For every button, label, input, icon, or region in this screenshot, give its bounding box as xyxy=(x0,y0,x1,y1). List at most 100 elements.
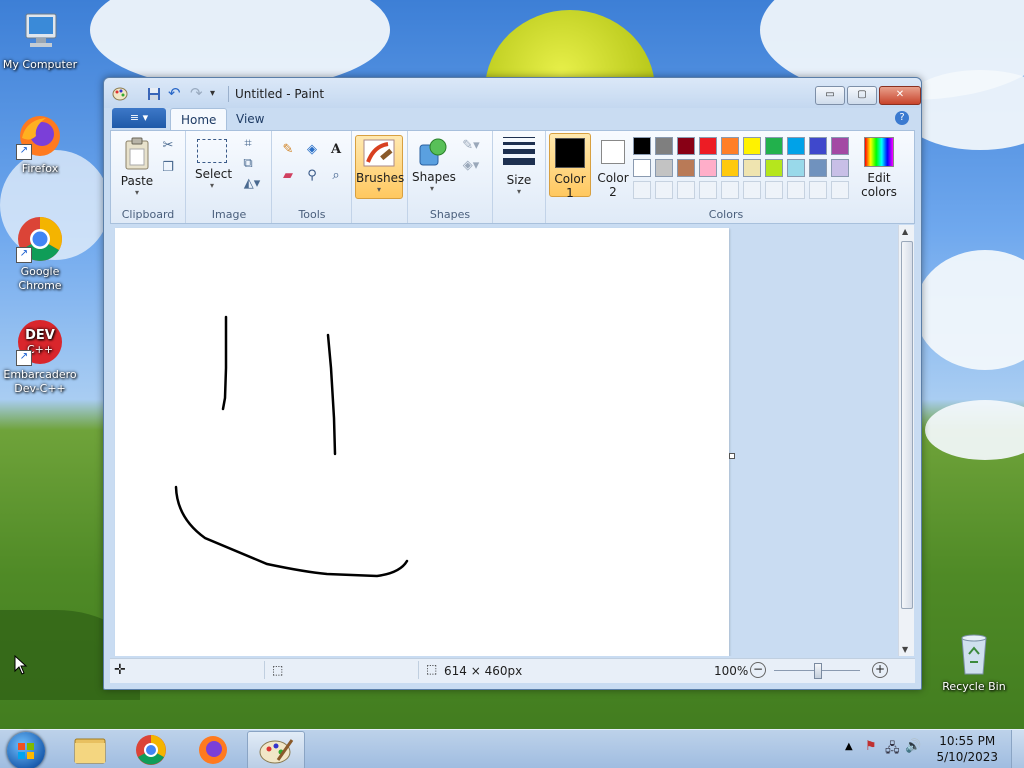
palette-swatch[interactable] xyxy=(809,159,827,177)
group-label: Clipboard xyxy=(121,208,175,221)
desktop-icon-devcpp[interactable]: DEV C++ ↗ Embarcadero Dev-C++ xyxy=(0,318,80,396)
palette-swatch[interactable] xyxy=(655,137,673,155)
scroll-up-icon[interactable]: ▲ xyxy=(902,227,908,236)
chrome-icon xyxy=(136,735,166,765)
minimize-button[interactable]: ▭ xyxy=(815,86,845,105)
taskbar-explorer[interactable] xyxy=(61,731,117,768)
select-icon xyxy=(197,139,227,163)
brush-icon xyxy=(363,139,395,167)
eraser-icon[interactable]: ▰ xyxy=(279,167,297,185)
undo-icon[interactable]: ↶ xyxy=(168,86,184,102)
network-icon[interactable]: 🖧 xyxy=(885,739,900,761)
zoom-in-button[interactable]: + xyxy=(872,662,888,678)
zoom-slider-thumb[interactable] xyxy=(814,663,822,679)
paint-app-icon[interactable] xyxy=(112,86,128,102)
palette-swatch[interactable] xyxy=(633,137,651,155)
text-icon[interactable]: A xyxy=(327,141,345,159)
resize-icon[interactable]: ⧉ xyxy=(239,155,257,173)
palette-empty-swatch[interactable] xyxy=(743,181,761,199)
scroll-thumb[interactable] xyxy=(901,241,913,609)
palette-swatch[interactable] xyxy=(677,137,695,155)
paste-label: Paste xyxy=(120,174,154,188)
shapes-button[interactable]: Shapes ▾ xyxy=(412,137,456,193)
palette-swatch[interactable] xyxy=(677,159,695,177)
palette-empty-swatch[interactable] xyxy=(721,181,739,199)
magnifier-icon[interactable]: ⌕ xyxy=(327,167,345,185)
palette-empty-swatch[interactable] xyxy=(633,181,651,199)
customize-quick-access-icon[interactable]: ▾ xyxy=(210,86,226,102)
taskbar-paint[interactable] xyxy=(247,731,305,768)
palette-empty-swatch[interactable] xyxy=(699,181,717,199)
palette-swatch[interactable] xyxy=(743,137,761,155)
palette-empty-swatch[interactable] xyxy=(809,181,827,199)
palette-empty-swatch[interactable] xyxy=(787,181,805,199)
palette-empty-swatch[interactable] xyxy=(765,181,783,199)
palette-swatch[interactable] xyxy=(787,159,805,177)
palette-swatch[interactable] xyxy=(765,137,783,155)
scroll-down-icon[interactable]: ▼ xyxy=(902,645,908,654)
canvas-resize-handle[interactable] xyxy=(729,453,735,459)
palette-swatch[interactable] xyxy=(699,137,717,155)
cursor-position-icon: ✛ xyxy=(114,662,126,678)
desktop-icon-chrome[interactable]: ↗ Google Chrome xyxy=(0,215,80,293)
palette-swatch[interactable] xyxy=(831,137,849,155)
palette-swatch[interactable] xyxy=(699,159,717,177)
brushes-button[interactable]: Brushes ▾ xyxy=(355,135,404,199)
start-button[interactable] xyxy=(7,732,45,768)
copy-icon[interactable]: ❐ xyxy=(159,159,177,177)
zoom-out-button[interactable]: − xyxy=(750,662,766,678)
desktop-icon-firefox[interactable]: ↗ Firefox xyxy=(0,112,80,176)
action-center-icon[interactable]: ⚑ xyxy=(865,739,877,754)
palette-empty-swatch[interactable] xyxy=(677,181,695,199)
save-icon[interactable] xyxy=(146,86,162,102)
palette-empty-swatch[interactable] xyxy=(655,181,673,199)
palette-empty-swatch[interactable] xyxy=(831,181,849,199)
desktop-icon-recycle-bin[interactable]: Recycle Bin xyxy=(934,630,1014,694)
color2-number: 2 xyxy=(609,185,617,199)
palette-swatch[interactable] xyxy=(809,137,827,155)
rotate-icon[interactable]: ◭▾ xyxy=(239,175,265,193)
palette-swatch[interactable] xyxy=(743,159,761,177)
select-button[interactable]: Select ▾ xyxy=(195,137,232,190)
firefox-icon: ↗ xyxy=(16,112,64,160)
fill-icon[interactable]: ◈ xyxy=(303,141,321,159)
shape-fill-icon[interactable]: ◈▾ xyxy=(458,157,484,175)
vertical-scrollbar[interactable]: ▲ ▼ xyxy=(898,225,914,656)
volume-icon[interactable]: 🔊 xyxy=(905,739,921,754)
tab-view[interactable]: View xyxy=(226,108,274,130)
drawing-canvas[interactable] xyxy=(115,228,729,656)
color-picker-icon[interactable]: ⚲ xyxy=(303,167,321,185)
tab-home[interactable]: Home xyxy=(170,108,228,131)
taskbar-chrome[interactable] xyxy=(123,731,179,768)
palette-swatch[interactable] xyxy=(721,159,739,177)
palette-swatch[interactable] xyxy=(765,159,783,177)
close-button[interactable]: ✕ xyxy=(879,86,921,105)
file-menu-button[interactable]: ≡ ▾ xyxy=(112,108,166,128)
edit-colors-label-2: colors xyxy=(861,185,897,199)
paste-button[interactable]: Paste ▾ xyxy=(117,137,157,197)
maximize-button[interactable]: ▢ xyxy=(847,86,877,105)
shortcut-arrow-icon: ↗ xyxy=(16,247,32,263)
color1-button[interactable]: Color 1 xyxy=(549,133,591,200)
show-hidden-icons-icon[interactable]: ▲ xyxy=(845,741,853,752)
desktop-icon-label: Recycle Bin xyxy=(942,680,1006,693)
edit-colors-button[interactable]: Edit colors xyxy=(857,137,901,199)
redo-icon[interactable]: ↷ xyxy=(190,86,206,102)
system-tray: ▲ ⚑ 🖧 🔊 10:55 PM 5/10/2023 xyxy=(839,730,1024,768)
size-button[interactable]: Size ▾ xyxy=(501,137,537,196)
outline-icon[interactable]: ✎▾ xyxy=(458,137,484,155)
desktop-icon-my-computer[interactable]: My Computer xyxy=(0,8,80,72)
crop-icon[interactable]: ⌗ xyxy=(239,135,257,153)
palette-swatch[interactable] xyxy=(633,159,651,177)
color2-button[interactable]: Color 2 xyxy=(593,133,633,199)
cut-icon[interactable]: ✂ xyxy=(159,137,177,155)
palette-swatch[interactable] xyxy=(655,159,673,177)
palette-swatch[interactable] xyxy=(721,137,739,155)
palette-swatch[interactable] xyxy=(787,137,805,155)
palette-swatch[interactable] xyxy=(831,159,849,177)
help-icon[interactable]: ? xyxy=(895,111,909,125)
show-desktop-button[interactable] xyxy=(1011,730,1024,768)
clock[interactable]: 10:55 PM 5/10/2023 xyxy=(936,733,998,765)
taskbar-firefox[interactable] xyxy=(185,731,241,768)
pencil-icon[interactable]: ✎ xyxy=(279,141,297,159)
